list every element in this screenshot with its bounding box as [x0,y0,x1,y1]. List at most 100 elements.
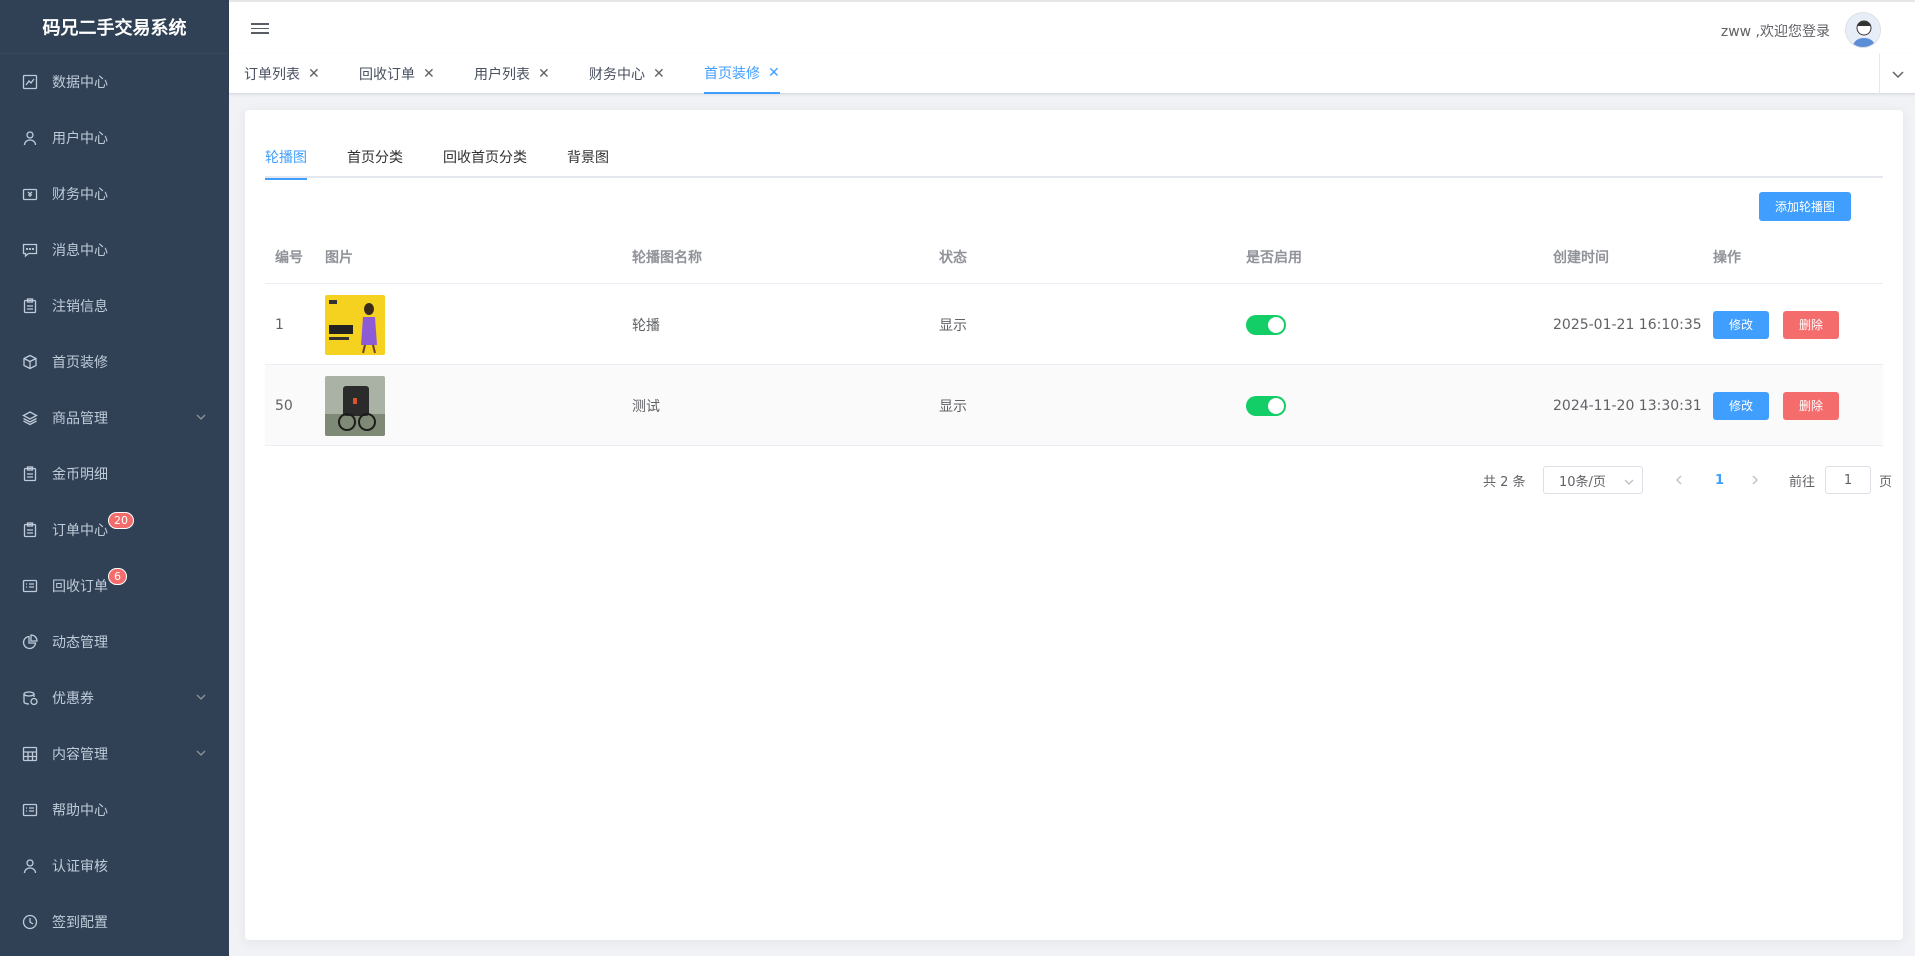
sidebar-item-order-center[interactable]: 订单中心 20 [0,502,229,558]
tag-finance-center[interactable]: 财务中心 ✕ [589,54,665,94]
wallet-icon [22,186,38,202]
column-header: 是否启用 [1246,250,1302,266]
content-card: 轮播图 首页分类 回收首页分类 背景图 添加轮播图 编号 图片 轮播图名称 状态… [245,110,1903,940]
sidebar-item-label: 注销信息 [52,299,108,315]
sidebar-item-finance-center[interactable]: 财务中心 [0,166,229,222]
tag-order-list[interactable]: 订单列表 ✕ [244,54,320,94]
tab-banner[interactable]: 轮播图 [265,138,307,180]
clipboard-icon [22,522,38,538]
row-image [325,284,385,365]
close-icon[interactable]: ✕ [653,66,665,82]
tag-home-decoration[interactable]: 首页装修 ✕ [704,54,780,94]
grid-icon [22,746,38,762]
tab-background-image[interactable]: 背景图 [567,138,609,178]
list-icon [22,802,38,818]
tag-label: 财务中心 [589,67,645,83]
column-header: 图片 [325,250,353,266]
subtabs: 轮播图 首页分类 回收首页分类 背景图 [265,138,1883,180]
chevron-down-icon [195,747,207,759]
sidebar-item-label: 签到配置 [52,915,108,931]
close-icon[interactable]: ✕ [538,66,550,82]
sidebar-item-label: 首页装修 [52,355,108,371]
sidebar-item-message-center[interactable]: 消息中心 [0,222,229,278]
tags-dropdown-button[interactable] [1879,54,1915,94]
sidebar-item-checkin-config[interactable]: 签到配置 [0,894,229,950]
banner-thumbnail[interactable] [325,375,385,436]
avatar[interactable] [1845,12,1881,48]
tab-home-category[interactable]: 首页分类 [347,138,403,178]
edit-button[interactable]: 修改 [1713,391,1769,420]
tab-recycle-home-category[interactable]: 回收首页分类 [443,138,527,178]
sidebar-item-label: 动态管理 [52,635,108,651]
sidebar-item-help-center[interactable]: 帮助中心 [0,782,229,838]
add-banner-button[interactable]: 添加轮播图 [1759,192,1851,221]
layers-icon [22,410,38,426]
sidebar-item-product-management[interactable]: 商品管理 [0,390,229,446]
enable-toggle[interactable] [1246,395,1286,416]
chart-icon [22,74,38,90]
edit-button[interactable]: 修改 [1713,310,1769,339]
sidebar-item-label: 优惠券 [52,691,94,707]
sidebar-item-label: 数据中心 [52,75,108,91]
table-row: 1 轮播 显示 2025-01-21 16:10:35 修改 删除 [265,284,1883,365]
page-size-value: 10条/页 [1559,474,1606,490]
user-icon [22,130,38,146]
delete-button[interactable]: 删除 [1783,391,1839,420]
sidebar-item-coupons[interactable]: 优惠券 [0,670,229,726]
sidebar: 码兄二手交易系统 数据中心 用户中心 财务中心 消息中心 注销信息 首页装修 商… [0,0,229,956]
prev-page-button[interactable] [1673,466,1685,494]
close-icon[interactable]: ✕ [308,66,320,82]
banner-thumbnail[interactable] [325,294,385,355]
row-enable-cell [1246,365,1286,446]
enable-toggle[interactable] [1246,314,1286,335]
goto-page-input[interactable]: 1 [1825,466,1871,494]
sidebar-menu: 数据中心 用户中心 财务中心 消息中心 注销信息 首页装修 商品管理 金币明细 … [0,54,229,950]
tag-user-list[interactable]: 用户列表 ✕ [474,54,550,94]
row-name: 轮播 [632,317,660,334]
row-status: 显示 [939,398,967,415]
sidebar-item-dynamic-management[interactable]: 动态管理 [0,614,229,670]
row-image [325,365,385,446]
close-icon[interactable]: ✕ [768,65,780,81]
chevron-right-icon [1752,475,1759,485]
list-icon [22,578,38,594]
next-page-button[interactable] [1749,466,1761,494]
hamburger-menu-icon[interactable] [251,20,269,38]
notification-badge: 6 [108,568,127,585]
sidebar-item-data-center[interactable]: 数据中心 [0,54,229,110]
sidebar-item-label: 用户中心 [52,131,108,147]
tag-label: 首页装修 [704,66,760,82]
chevron-down-icon [1624,476,1634,486]
row-created-time: 2025-01-21 16:10:35 [1553,316,1702,333]
sidebar-item-recycle-orders[interactable]: 回收订单 6 [0,558,229,614]
delete-button[interactable]: 删除 [1783,310,1839,339]
sidebar-item-user-center[interactable]: 用户中心 [0,110,229,166]
user-icon [22,858,38,874]
tag-label: 回收订单 [359,67,415,83]
sidebar-item-cancellation-info[interactable]: 注销信息 [0,278,229,334]
banner-table: 编号 图片 轮播图名称 状态 是否启用 创建时间 操作 1 轮播 显示 2025… [265,230,1883,446]
tag-label: 用户列表 [474,67,530,83]
sidebar-item-label: 回收订单 [52,579,108,595]
box-icon [22,354,38,370]
app-logo-title: 码兄二手交易系统 [0,0,229,54]
sidebar-item-label: 认证审核 [52,859,108,875]
page-number-current[interactable]: 1 [1715,466,1724,494]
table-row: 50 测试 显示 2024-11-20 13:30:31 修改 删除 [265,365,1883,446]
sidebar-item-coin-details[interactable]: 金币明细 [0,446,229,502]
chevron-down-icon [1891,71,1904,79]
sidebar-item-verification-review[interactable]: 认证审核 [0,838,229,894]
sidebar-item-home-decoration[interactable]: 首页装修 [0,334,229,390]
clock-icon [22,914,38,930]
user-avatar-icon [1846,13,1880,47]
page-size-select[interactable]: 10条/页 [1543,466,1643,494]
notification-badge: 20 [108,512,134,529]
close-icon[interactable]: ✕ [423,66,435,82]
table-header: 编号 图片 轮播图名称 状态 是否启用 创建时间 操作 [265,230,1883,284]
sidebar-item-content-management[interactable]: 内容管理 [0,726,229,782]
tag-recycle-orders[interactable]: 回收订单 ✕ [359,54,435,94]
sidebar-item-label: 消息中心 [52,243,108,259]
pagination: 共 2 条 10条/页 1 前往 1 页 [1483,466,1903,494]
column-header: 创建时间 [1553,250,1609,266]
row-status: 显示 [939,317,967,334]
